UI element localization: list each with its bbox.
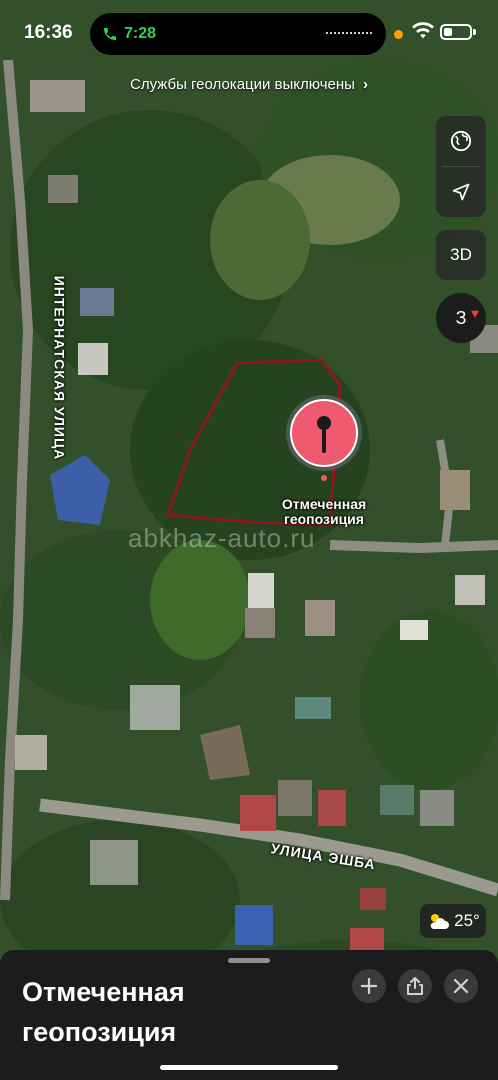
street-label-internatskaya: ИНТЕРНАТСКАЯ УЛИЦА bbox=[51, 275, 68, 461]
watermark: abkhaz-auto.ru bbox=[128, 523, 316, 553]
locate-button[interactable] bbox=[436, 167, 486, 217]
audio-wave-icon bbox=[326, 32, 372, 38]
battery-icon bbox=[440, 24, 472, 40]
phone-icon bbox=[104, 28, 116, 40]
plus-icon bbox=[361, 978, 377, 994]
place-sheet[interactable]: Отмеченная геопозиция bbox=[0, 950, 498, 1080]
privacy-indicator bbox=[394, 30, 403, 39]
status-bar: 16:36 7:28 bbox=[0, 0, 498, 70]
share-icon bbox=[407, 977, 423, 995]
sheet-title: Отмеченная геопозиция bbox=[22, 977, 185, 1047]
temperature: 25° bbox=[454, 911, 480, 930]
compass-button[interactable]: З bbox=[436, 293, 486, 343]
call-indicator[interactable]: 7:28 bbox=[102, 22, 156, 46]
battery-level bbox=[444, 28, 452, 36]
dynamic-island[interactable]: 7:28 bbox=[90, 13, 386, 55]
home-indicator[interactable] bbox=[160, 1065, 338, 1070]
marked-location-pin[interactable] bbox=[283, 392, 365, 482]
view-3d-button[interactable]: 3D bbox=[436, 230, 486, 280]
close-icon bbox=[454, 979, 468, 993]
globe-icon bbox=[450, 130, 472, 152]
sheet-grabber[interactable] bbox=[228, 958, 270, 963]
location-arrow-icon bbox=[452, 183, 470, 201]
add-button[interactable] bbox=[352, 969, 386, 1003]
compass-label: З bbox=[455, 307, 467, 328]
battery-cap bbox=[473, 29, 476, 35]
chevron-right-icon: › bbox=[362, 76, 368, 93]
call-timer: 7:28 bbox=[124, 25, 157, 42]
partly-cloudy-icon bbox=[430, 914, 450, 929]
weather-badge[interactable]: 25° bbox=[420, 904, 486, 938]
compass-north-marker bbox=[470, 307, 482, 318]
location-services-banner[interactable]: Службы геолокации выключены › bbox=[0, 76, 498, 93]
wifi-icon bbox=[412, 22, 434, 39]
share-button[interactable] bbox=[398, 969, 432, 1003]
close-button[interactable] bbox=[444, 969, 478, 1003]
map-mode-button[interactable] bbox=[436, 116, 486, 166]
location-services-text: Службы геолокации выключены bbox=[130, 76, 355, 93]
status-time: 16:36 bbox=[24, 22, 73, 43]
map-controls bbox=[436, 116, 486, 217]
